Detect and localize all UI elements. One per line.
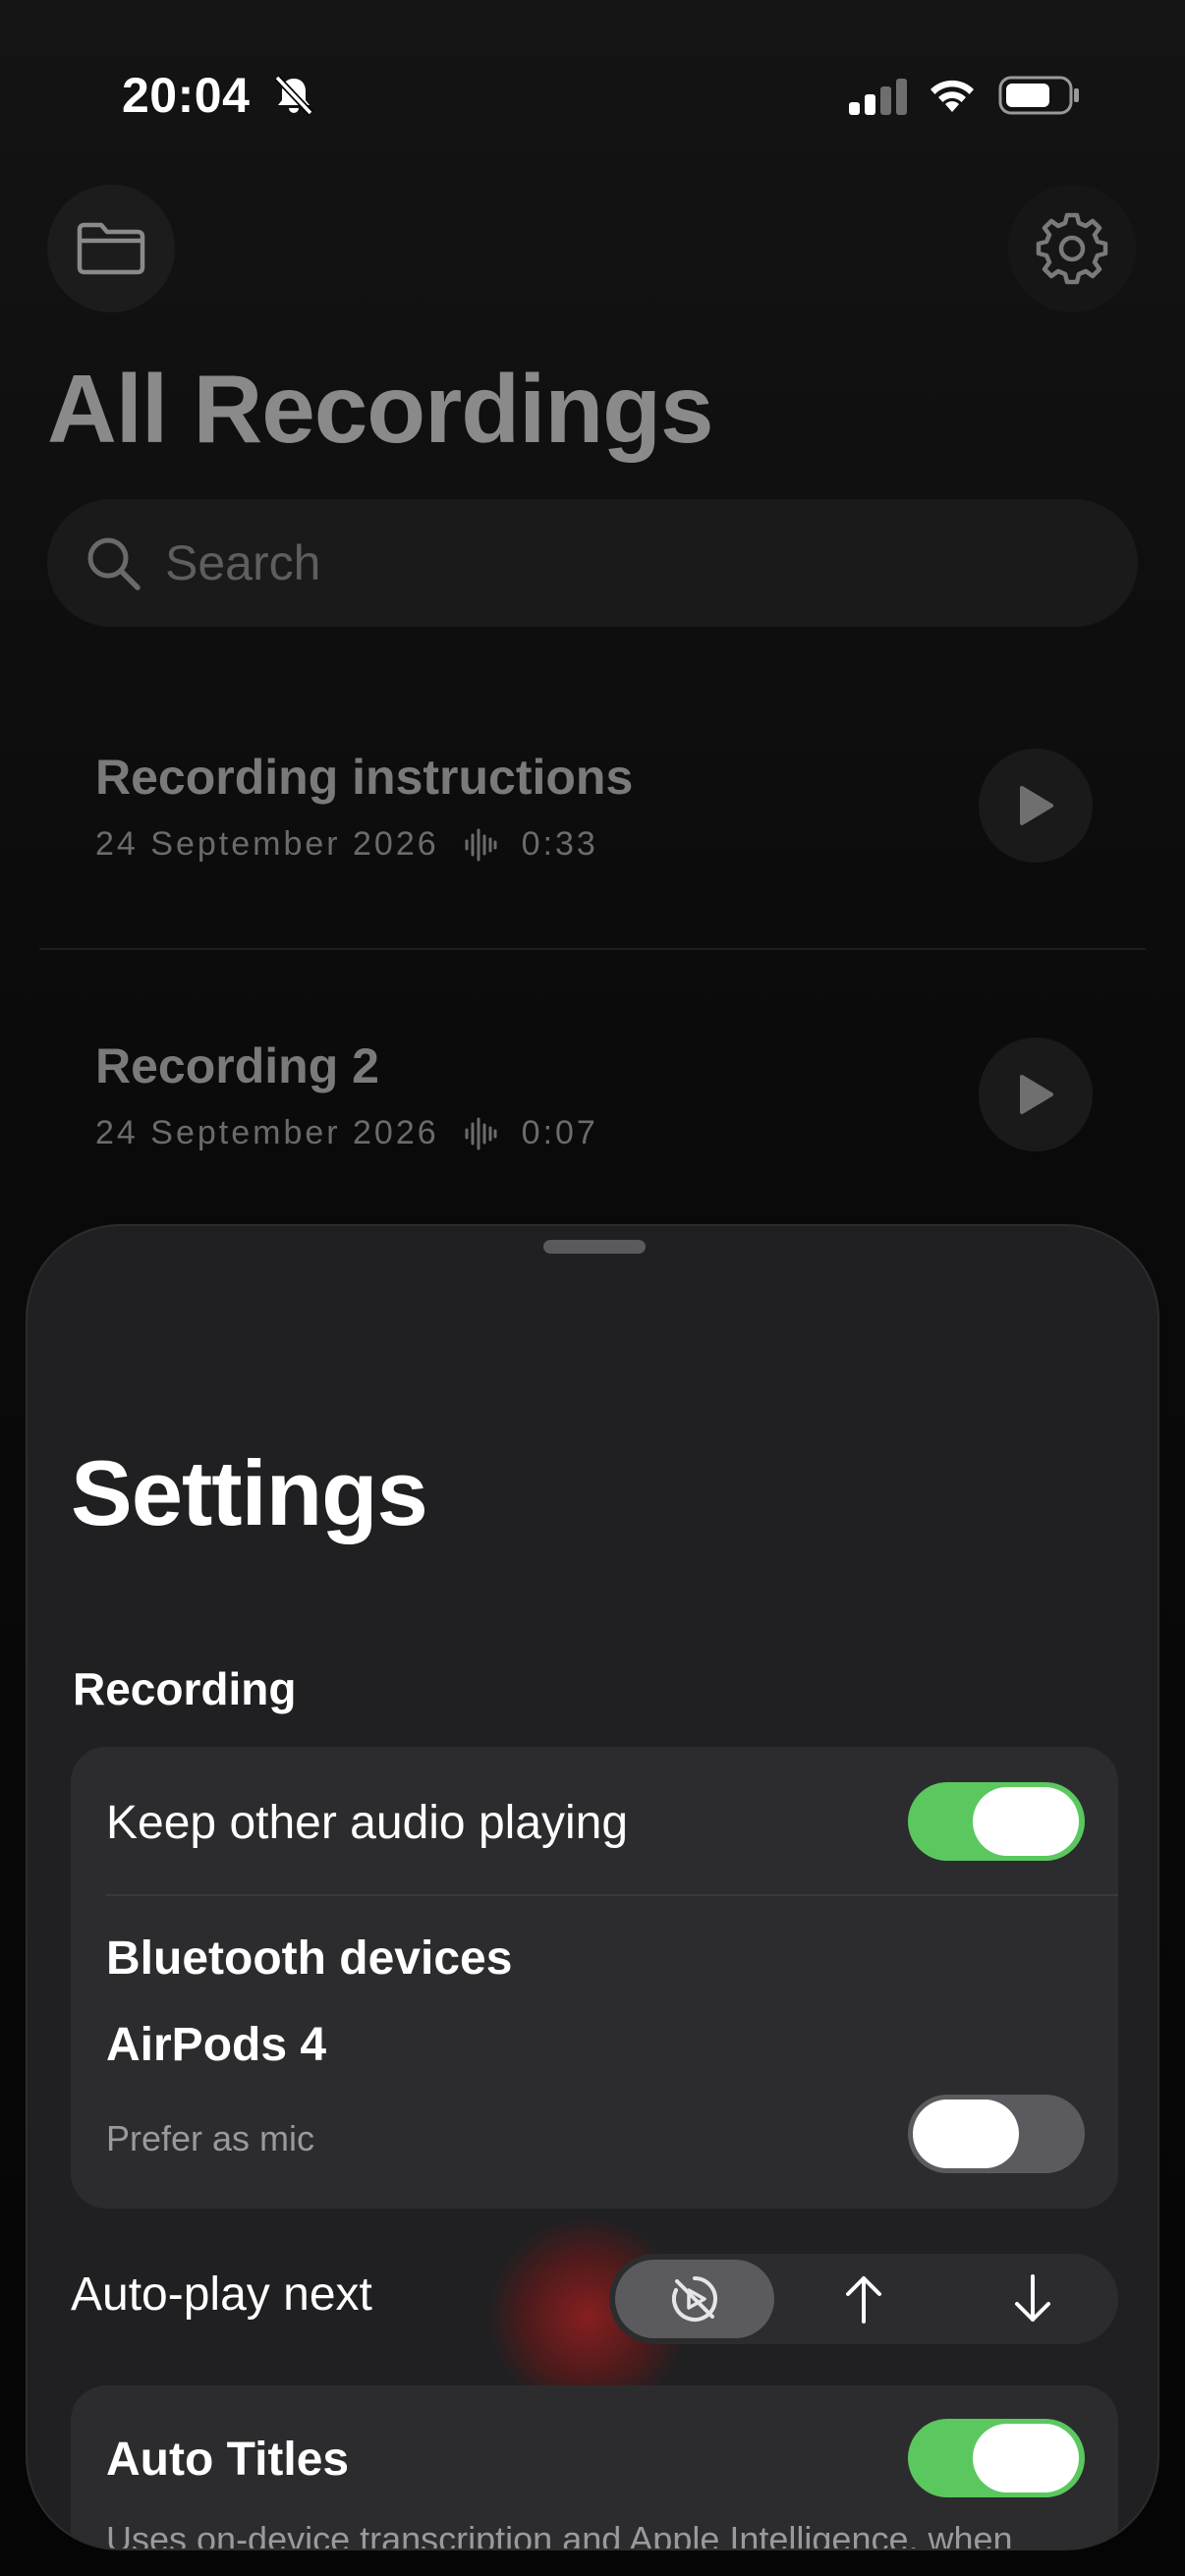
recording-duration: 0:33 — [521, 825, 598, 863]
cellular-signal-icon — [849, 79, 907, 115]
sheet-grabber[interactable] — [543, 1240, 646, 1254]
recording-date: 24 September 2026 — [95, 1114, 439, 1151]
search-bar[interactable] — [47, 499, 1138, 627]
keep-audio-toggle[interactable] — [908, 1782, 1085, 1861]
recording-meta: 24 September 2026 0:33 — [95, 825, 598, 864]
battery-icon — [998, 76, 1079, 115]
autoplay-segmented-control[interactable] — [609, 2254, 1118, 2344]
bluetooth-devices-header: Bluetooth devices — [106, 1932, 513, 1985]
recording-row[interactable]: Recording instructions 24 September 2026… — [39, 749, 1146, 945]
list-divider — [39, 948, 1146, 950]
recording-title: Recording 2 — [95, 1038, 379, 1093]
device-name: AirPods 4 — [106, 2019, 327, 2071]
play-button[interactable] — [979, 1037, 1093, 1151]
auto-titles-card: Auto Titles Uses on-device transcription… — [71, 2385, 1118, 2550]
autoplay-label: Auto-play next — [71, 2268, 372, 2321]
autoplay-down-option[interactable] — [953, 2260, 1112, 2338]
folder-icon — [77, 222, 145, 275]
folders-button[interactable] — [47, 185, 175, 312]
recording-row[interactable]: Recording 2 24 September 2026 0:07 — [39, 1037, 1146, 1234]
recording-title: Recording instructions — [95, 750, 634, 805]
prefer-mic-toggle[interactable] — [908, 2095, 1085, 2173]
status-time: 20:04 — [122, 68, 251, 123]
recording-settings-card: Keep other audio playing Bluetooth devic… — [71, 1747, 1118, 2209]
wifi-icon — [931, 80, 974, 112]
recording-duration: 0:07 — [521, 1114, 598, 1151]
toggle-knob — [973, 1787, 1079, 1856]
play-icon — [1020, 1075, 1053, 1114]
waveform-icon — [465, 1117, 497, 1149]
card-divider — [106, 1894, 1118, 1896]
settings-title: Settings — [71, 1441, 428, 1544]
keep-audio-label: Keep other audio playing — [106, 1797, 629, 1849]
toggle-knob — [973, 2424, 1079, 2492]
recording-meta: 24 September 2026 0:07 — [95, 1114, 598, 1152]
recording-date: 24 September 2026 — [95, 825, 439, 863]
settings-button[interactable] — [1008, 185, 1136, 312]
play-button[interactable] — [979, 749, 1093, 863]
page-title: All Recordings — [47, 355, 714, 463]
play-icon — [1020, 786, 1053, 825]
arrow-up-icon — [846, 2276, 881, 2324]
bell-slash-icon — [274, 75, 313, 116]
autoplay-off-icon — [672, 2276, 717, 2322]
waveform-icon — [465, 828, 497, 861]
search-input[interactable] — [165, 529, 1049, 597]
gear-icon — [1036, 212, 1108, 285]
app-screen: 20:04 All Recordings Search Recording in… — [0, 0, 1185, 2576]
recordings-screen: 20:04 All Recordings Search Recording in… — [0, 0, 1185, 1277]
autoplay-up-option[interactable] — [784, 2260, 943, 2338]
auto-titles-toggle[interactable] — [908, 2419, 1085, 2497]
search-icon — [87, 537, 141, 590]
auto-titles-label: Auto Titles — [106, 2434, 350, 2486]
settings-sheet: Settings Recording Keep other audio play… — [26, 1224, 1159, 2550]
autoplay-off-option[interactable] — [615, 2260, 774, 2338]
auto-titles-description: Uses on-device transcription and Apple I… — [106, 2519, 1013, 2550]
toggle-knob — [913, 2100, 1019, 2168]
arrow-down-icon — [1015, 2274, 1050, 2322]
section-header-recording: Recording — [73, 1663, 297, 1714]
prefer-mic-label: Prefer as mic — [106, 2118, 315, 2158]
status-bar: 20:04 — [0, 0, 1185, 187]
